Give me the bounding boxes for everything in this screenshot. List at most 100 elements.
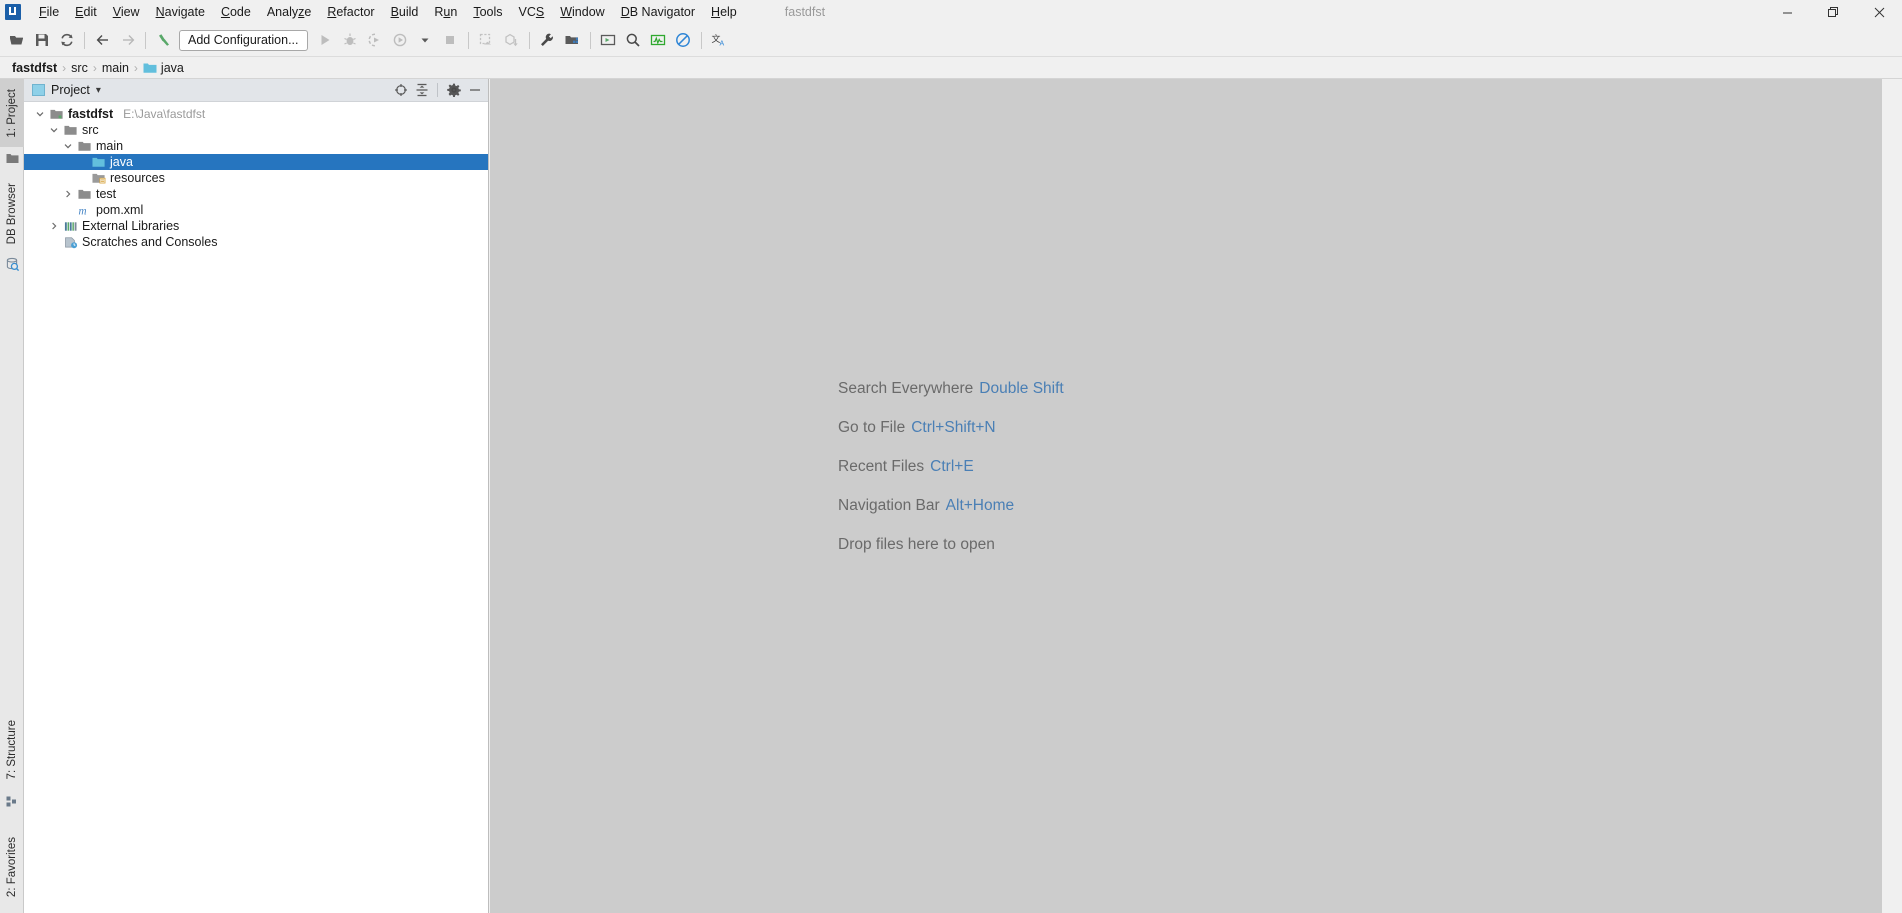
welcome-drop-files: Drop files here to open: [838, 525, 1064, 564]
window-title: fastdfst: [784, 5, 826, 19]
welcome-action-label: Drop files here to open: [838, 535, 995, 553]
project-tree: fastdfst E:\Java\fastdfst src main java resou…: [24, 102, 488, 250]
tree-node-label: src: [82, 123, 99, 137]
search-icon[interactable]: [621, 28, 646, 53]
tree-node-label: test: [96, 187, 117, 201]
db-console-icon[interactable]: [596, 28, 621, 53]
folder-icon: [64, 123, 78, 137]
welcome-shortcut-key: Alt+Home: [945, 496, 1015, 514]
folder-icon: [78, 139, 92, 153]
breadcrumb-label: java: [160, 60, 184, 75]
intellij-idea-window: File Edit View Navigate Code Analyze Refactor B…: [0, 0, 1902, 913]
twisty-placeholder: [76, 172, 88, 184]
project-panel-header: Project ▾: [24, 79, 488, 102]
menu-items: File Edit View Navigate Code Analyze Refactor B…: [31, 3, 745, 21]
collapse-all-icon[interactable]: [412, 81, 431, 100]
sidebar-tab-project[interactable]: 1: Project: [0, 79, 24, 147]
db-monitor-icon[interactable]: [646, 28, 671, 53]
menu-item-help[interactable]: Help: [703, 3, 745, 21]
tree-node-src[interactable]: src: [24, 122, 488, 138]
structure-icon: [0, 791, 24, 813]
toolbar-separator: [589, 31, 591, 49]
close-button[interactable]: [1856, 0, 1902, 24]
chevron-right-icon[interactable]: [62, 188, 74, 200]
menu-item-file[interactable]: File: [31, 3, 67, 21]
open-project-icon[interactable]: [4, 28, 29, 53]
minimize-button[interactable]: [1764, 0, 1810, 24]
navigate-forward-icon[interactable]: [115, 28, 140, 53]
stop-icon[interactable]: [438, 28, 463, 53]
tree-node-scratches-and-consoles[interactable]: Scratches and Consoles: [24, 234, 488, 250]
menu-item-build[interactable]: Build: [383, 3, 427, 21]
add-configuration-button[interactable]: Add Configuration...: [179, 29, 308, 51]
tree-node-resources[interactable]: resources: [24, 170, 488, 186]
chevron-down-icon[interactable]: [48, 124, 60, 136]
menu-item-edit[interactable]: Edit: [67, 3, 105, 21]
project-panel-title-button[interactable]: Project ▾: [32, 83, 101, 97]
chevron-down-icon[interactable]: [34, 108, 46, 120]
sidebar-tab-db-browser-label: DB Browser: [6, 183, 18, 245]
maximize-button[interactable]: [1810, 0, 1856, 24]
welcome-shortcut-key: Ctrl+E: [930, 457, 974, 475]
menu-item-vcs[interactable]: VCS: [511, 3, 553, 21]
menu-item-navigate[interactable]: Navigate: [148, 3, 213, 21]
sidebar-tab-project-label: 1: Project: [6, 88, 18, 138]
tree-node-fastdfst[interactable]: fastdfst E:\Java\fastdfst: [24, 106, 488, 122]
right-gutter-strip: [1882, 79, 1902, 913]
toolbar-separator: [528, 31, 530, 49]
profile-dropdown-icon[interactable]: [413, 28, 438, 53]
chevron-right-icon[interactable]: [48, 220, 60, 232]
menu-item-view[interactable]: View: [105, 3, 148, 21]
menu-item-window[interactable]: Window: [552, 3, 612, 21]
hide-panel-icon[interactable]: [465, 81, 484, 100]
run-with-coverage-icon[interactable]: [363, 28, 388, 53]
breadcrumb-item-fastdfst[interactable]: fastdfst: [8, 60, 61, 76]
sync-refresh-icon[interactable]: [54, 28, 79, 53]
navigate-back-icon[interactable]: [90, 28, 115, 53]
welcome-action-label: Recent Files: [838, 457, 925, 475]
profile-icon[interactable]: [388, 28, 413, 53]
tree-node-label: main: [96, 139, 124, 153]
menu-item-tools[interactable]: Tools: [465, 3, 510, 21]
folder-icon: [78, 187, 92, 201]
scroll-from-source-icon[interactable]: [391, 81, 410, 100]
breadcrumb-item-java[interactable]: java: [139, 60, 188, 76]
breadcrumb-label: main: [101, 60, 129, 75]
debug-icon[interactable]: [338, 28, 363, 53]
welcome-navigation-bar: Navigation Bar Alt+Home: [838, 486, 1064, 525]
project-structure-icon[interactable]: [560, 28, 585, 53]
disable-icon[interactable]: [671, 28, 696, 53]
tree-node-label: External Libraries: [82, 219, 180, 233]
menu-item-code[interactable]: Code: [213, 3, 259, 21]
svg-text:m: m: [78, 205, 86, 216]
tree-node-main[interactable]: main: [24, 138, 488, 154]
libraries-icon: [64, 219, 78, 233]
menu-item-run[interactable]: Run: [426, 3, 465, 21]
chevron-down-icon: ▾: [95, 84, 101, 96]
save-all-icon[interactable]: [29, 28, 54, 53]
tree-node-java[interactable]: java: [24, 154, 488, 170]
chevron-down-icon[interactable]: [62, 140, 74, 152]
menu-item-db-navigator[interactable]: DB Navigator: [613, 3, 703, 21]
tree-node-external-libraries[interactable]: External Libraries: [24, 218, 488, 234]
build-hammer-icon[interactable]: [151, 28, 176, 53]
panel-settings-gear-icon[interactable]: [444, 81, 463, 100]
menu-item-refactor[interactable]: Refactor: [319, 3, 382, 21]
translate-icon[interactable]: 文 A: [707, 28, 732, 53]
tree-node-label: pom.xml: [96, 203, 144, 217]
sidebar-tab-favorites[interactable]: 2: Favorites: [0, 827, 24, 907]
run-icon[interactable]: [313, 28, 338, 53]
maven-icon: m: [78, 203, 92, 217]
commit-icon[interactable]: [499, 28, 524, 53]
tree-node-test[interactable]: test: [24, 186, 488, 202]
sidebar-tab-db-browser[interactable]: DB Browser: [0, 175, 24, 253]
sidebar-tab-structure[interactable]: 7: Structure: [0, 709, 24, 791]
settings-wrench-icon[interactable]: [535, 28, 560, 53]
update-project-icon[interactable]: [474, 28, 499, 53]
breadcrumb-separator: ›: [62, 60, 67, 75]
menu-item-analyze[interactable]: Analyze: [259, 3, 319, 21]
breadcrumb-item-main[interactable]: main: [98, 60, 133, 76]
breadcrumb-item-src[interactable]: src: [67, 60, 92, 76]
project-tool-window: Project ▾ fastdfst E:\Java\fastdfst src …: [24, 79, 489, 913]
tree-node-pom-xml[interactable]: m pom.xml: [24, 202, 488, 218]
